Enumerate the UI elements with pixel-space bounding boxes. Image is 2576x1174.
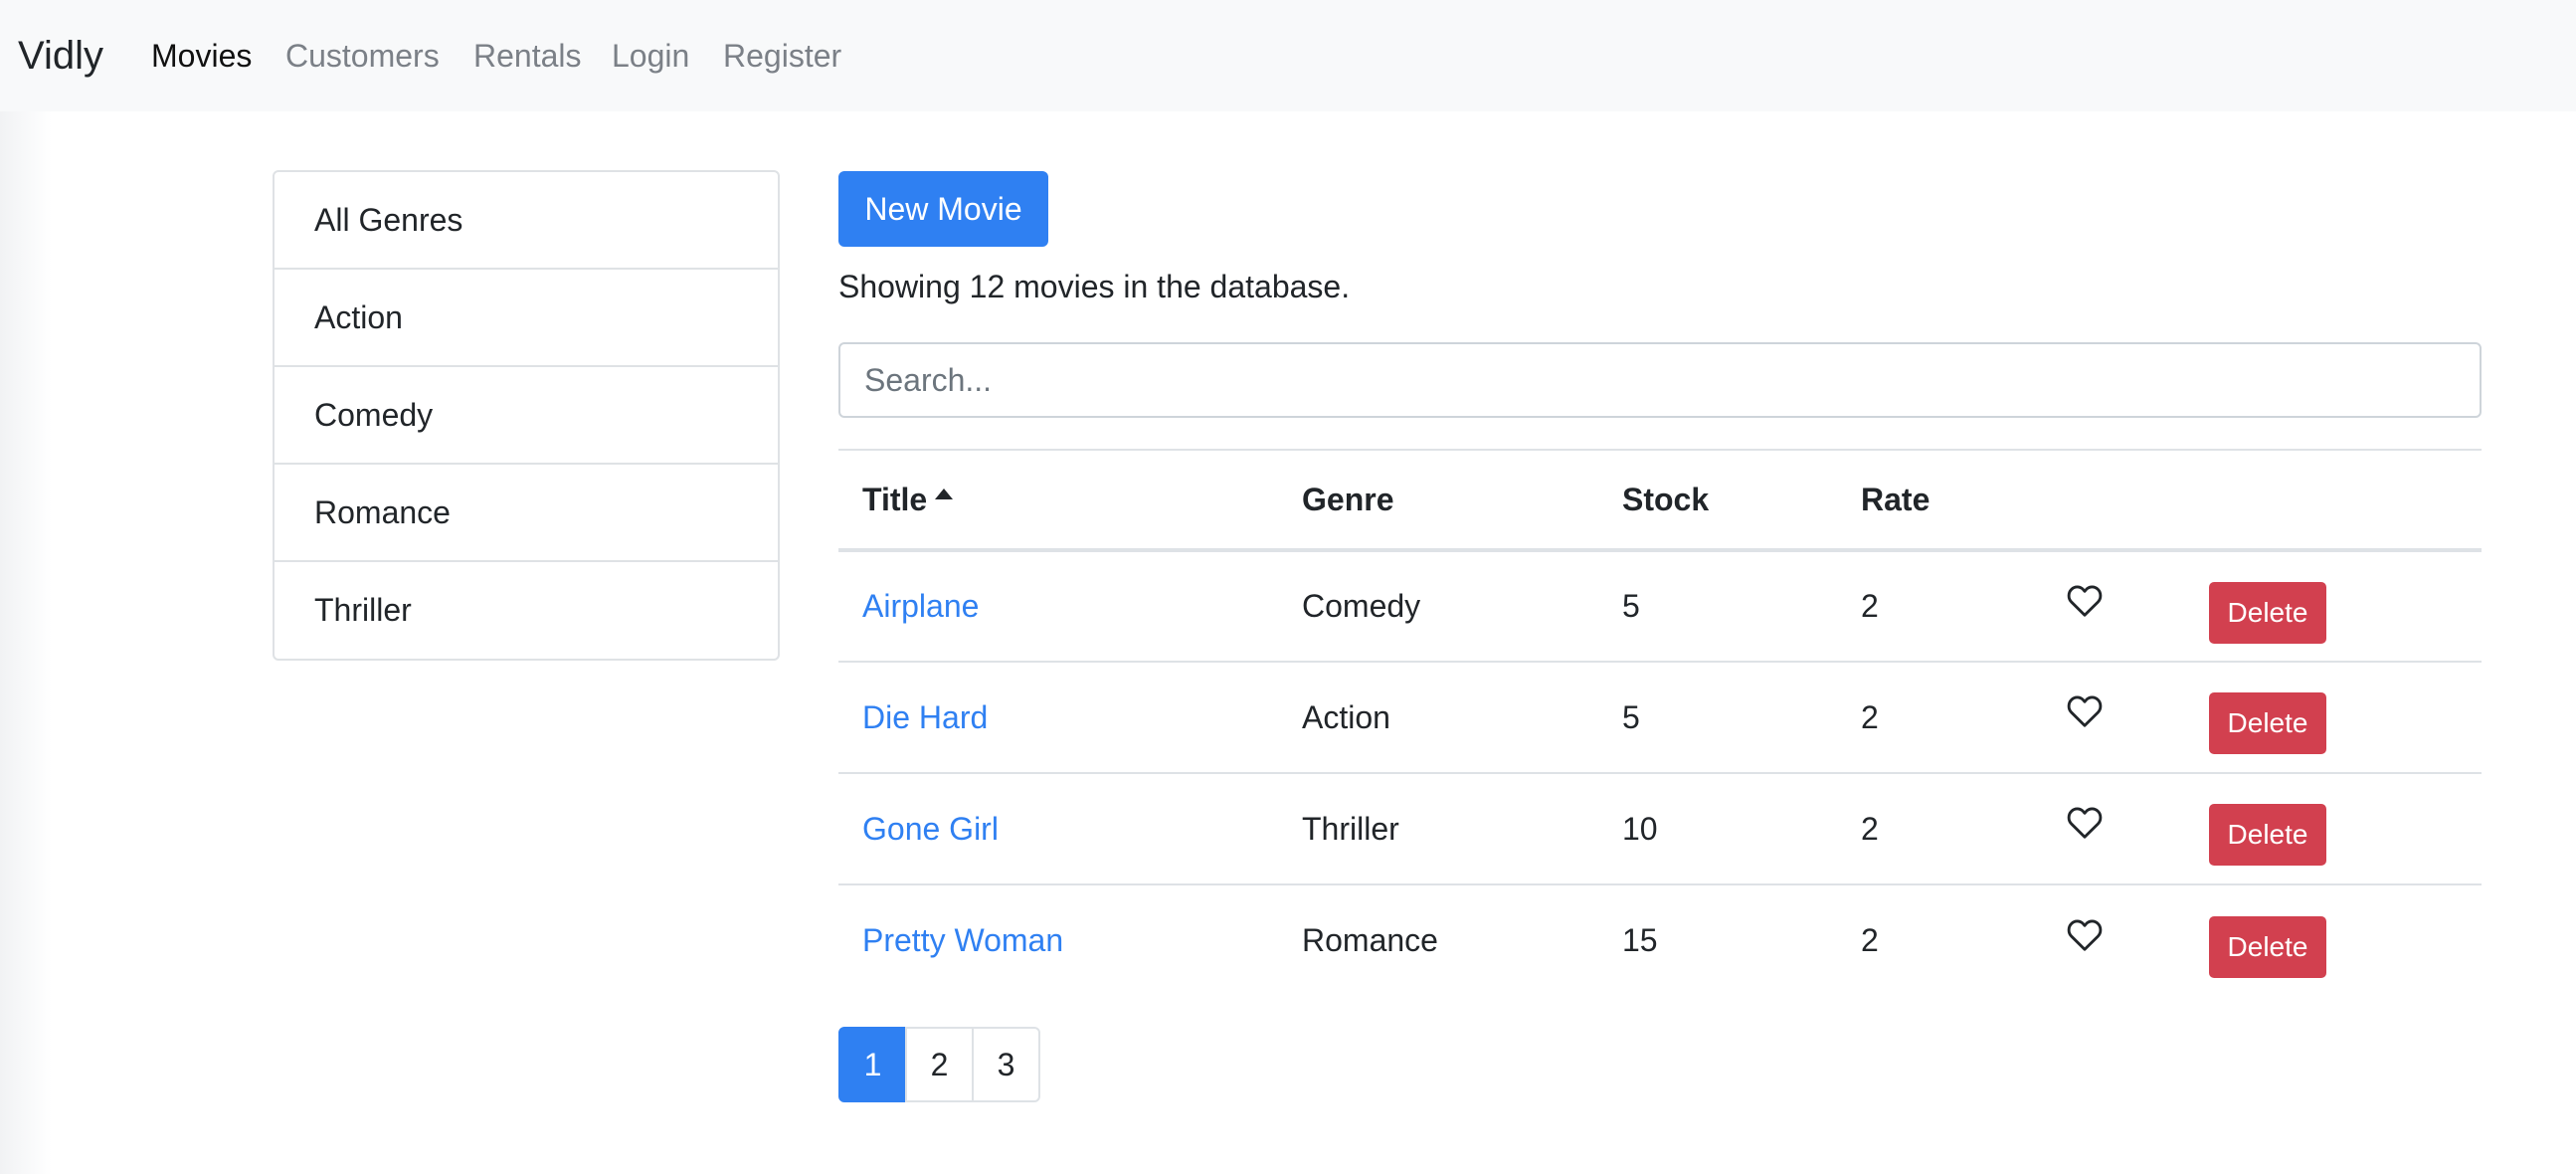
heart-icon[interactable] [2067,918,2103,952]
delete-button[interactable]: Delete [2209,692,2326,754]
movie-stock: 10 [1622,810,1658,847]
movie-stock: 5 [1622,698,1640,735]
movie-title-link[interactable]: Pretty Woman [862,922,1063,958]
nav-link-register[interactable]: Register [723,34,841,78]
column-header-actions [2185,450,2482,550]
movies-count-summary: Showing 12 movies in the database. [838,269,1351,304]
brand-logo[interactable]: Vidly [18,30,103,82]
new-movie-button[interactable]: New Movie [838,171,1048,247]
movie-genre: Thriller [1302,810,1399,847]
table-row: Gone Girl Thriller 10 2 Delete [838,773,2482,884]
column-header-rate[interactable]: Rate [1837,450,2043,550]
sort-asc-icon [935,488,954,499]
nav-link-movies[interactable]: Movies [151,34,252,78]
movie-title-link[interactable]: Die Hard [862,699,988,735]
column-header-stock[interactable]: Stock [1598,450,1837,550]
movie-rate: 2 [1861,588,1879,624]
genre-item-thriller[interactable]: Thriller [275,562,778,660]
genre-item-comedy[interactable]: Comedy [275,367,778,465]
page-link-1[interactable]: 1 [838,1027,907,1102]
heart-icon[interactable] [2067,806,2103,840]
nav-link-customers[interactable]: Customers [285,34,440,78]
movies-table: Title Genre Stock Rate Airplane Comedy 5… [838,449,2482,996]
movie-stock: 5 [1622,588,1640,624]
table-row: Airplane Comedy 5 2 Delete [838,550,2482,662]
movie-genre: Comedy [1302,588,1421,624]
nav-link-rentals[interactable]: Rentals [473,34,582,78]
movie-title-link[interactable]: Gone Girl [862,811,999,847]
column-header-like [2043,450,2185,550]
genre-item-romance[interactable]: Romance [275,465,778,562]
table-header-row: Title Genre Stock Rate [838,450,2482,550]
column-header-title[interactable]: Title [838,450,1278,550]
navbar: Vidly Movies Customers Rentals Login Reg… [0,0,2576,111]
table-row: Die Hard Action 5 2 Delete [838,662,2482,773]
table-row: Pretty Woman Romance 15 2 Delete [838,884,2482,996]
page-link-3[interactable]: 3 [972,1027,1040,1102]
movie-rate: 2 [1861,922,1879,958]
heart-icon[interactable] [2067,584,2103,618]
column-header-genre[interactable]: Genre [1278,450,1598,550]
nav-link-login[interactable]: Login [612,34,689,78]
genre-item-action[interactable]: Action [275,270,778,367]
delete-button[interactable]: Delete [2209,581,2326,644]
search-input[interactable] [838,342,2482,418]
genre-item-all[interactable]: All Genres [275,172,778,270]
heart-icon[interactable] [2067,694,2103,728]
page-link-2[interactable]: 2 [905,1027,974,1102]
column-title-label: Title [862,481,928,517]
movie-genre: Action [1302,698,1390,735]
pagination: 1 2 3 [838,1027,1040,1102]
movie-stock: 15 [1622,922,1658,958]
movie-rate: 2 [1861,698,1879,735]
page-left-shade [0,111,52,1174]
delete-button[interactable]: Delete [2209,804,2326,866]
genre-list: All Genres Action Comedy Romance Thrille… [273,170,780,661]
movie-rate: 2 [1861,810,1879,847]
movie-title-link[interactable]: Airplane [862,588,979,624]
delete-button[interactable]: Delete [2209,915,2326,978]
movie-genre: Romance [1302,922,1438,958]
